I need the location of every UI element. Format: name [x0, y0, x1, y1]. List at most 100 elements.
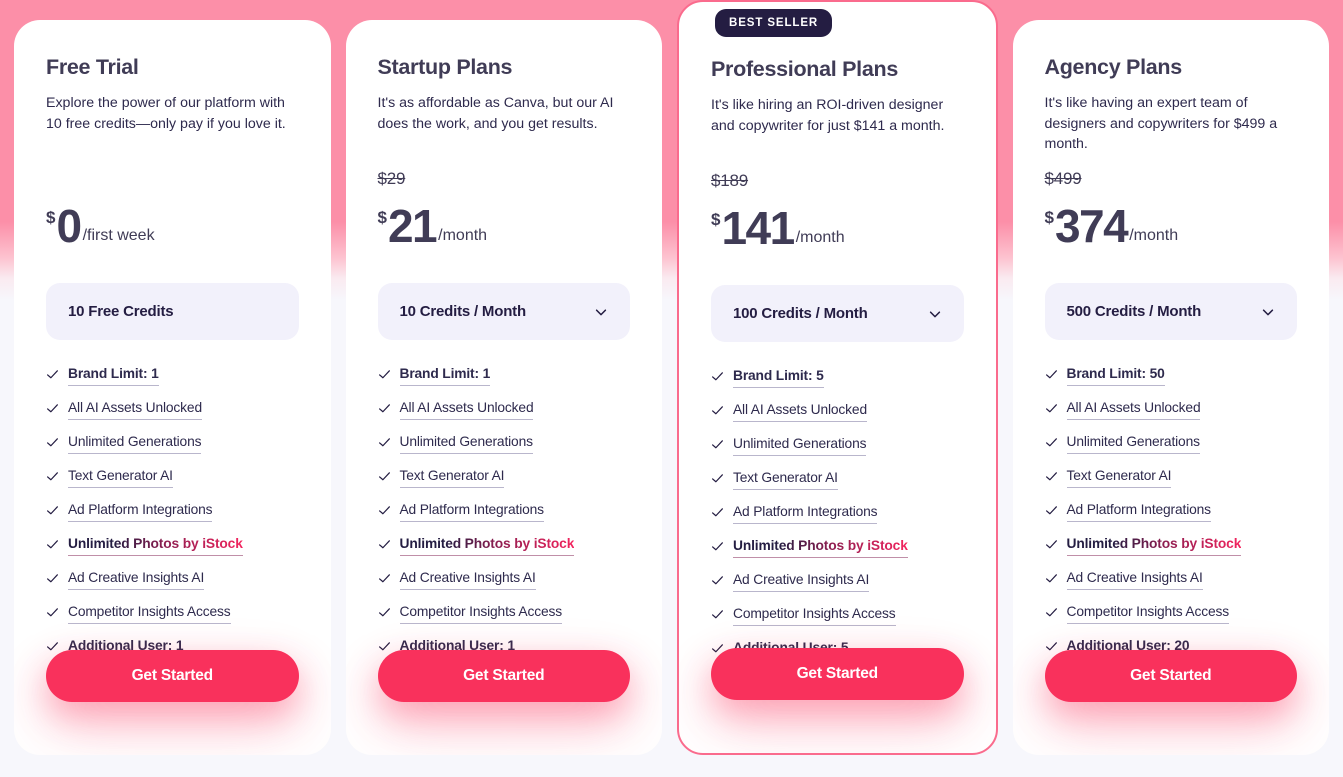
best-seller-badge: BEST SELLER — [715, 9, 833, 37]
feature-list-item: Unlimited Generations — [1045, 433, 1298, 454]
feature-label: Ad Platform Integrations — [399, 501, 544, 522]
feature-label: Unlimited Generations — [68, 433, 202, 454]
plan-card-free-trial: Free Trial Explore the power of our platf… — [14, 20, 331, 755]
feature-list-item: Competitor Insights Access — [46, 603, 299, 624]
check-icon — [47, 506, 58, 515]
plan-title: Agency Plans — [1044, 55, 1183, 79]
check-icon — [1045, 404, 1057, 413]
feature-list: Brand Limit: 5 All AI Assets Unlocked Unli… — [711, 367, 964, 660]
chevron-down-icon[interactable] — [928, 307, 942, 321]
credits-dropdown[interactable]: 100 Credits / Month — [711, 285, 964, 342]
currency-symbol: $ — [46, 207, 56, 227]
credits-label: 10 Free Credits — [68, 303, 174, 320]
feature-label: All AI Assets Unlocked — [1066, 399, 1201, 420]
check-icon — [378, 608, 390, 617]
feature-label: Unlimited Photos by iStock — [68, 535, 243, 556]
get-started-button[interactable]: Get Started — [711, 648, 964, 700]
check-icon — [712, 406, 723, 415]
feature-label: Unlimited Generations — [1066, 433, 1200, 454]
plan-description: It's like having an expert team of desig… — [1044, 95, 1278, 152]
feature-label: Brand Limit: 5 — [733, 367, 824, 388]
current-price: $0/first week — [46, 203, 299, 249]
check-icon — [712, 474, 723, 483]
feature-list-item: Brand Limit: 5 — [711, 367, 964, 388]
feature-list: Brand Limit: 50 All AI Assets Unlocked Unl… — [1045, 365, 1298, 658]
feature-label: Competitor Insights Access — [68, 603, 231, 624]
cta-container: Get Started — [46, 650, 299, 702]
chevron-down-icon[interactable] — [594, 305, 608, 319]
feature-list-item: Unlimited Photos by iStock — [46, 535, 299, 556]
price-period: /month — [438, 226, 488, 244]
feature-list-item: Text Generator AI — [711, 469, 964, 490]
price-block: $189 $141/month — [711, 171, 964, 263]
feature-list-item: Ad Creative Insights AI — [1045, 569, 1298, 590]
credits-dropdown[interactable]: 500 Credits / Month — [1044, 283, 1297, 340]
feature-list-item: All AI Assets Unlocked — [46, 399, 299, 420]
price-amount: 21 — [387, 200, 438, 252]
check-icon — [47, 370, 58, 379]
feature-label: All AI Assets Unlocked — [399, 399, 534, 420]
price-amount: 374 — [1054, 200, 1129, 252]
feature-list-item: Unlimited Photos by iStock — [711, 537, 964, 558]
credits-display: 10 Free Credits — [46, 283, 299, 340]
feature-label: All AI Assets Unlocked — [733, 401, 867, 422]
feature-label: Brand Limit: 1 — [68, 365, 159, 386]
get-started-button[interactable]: Get Started — [1044, 650, 1297, 702]
feature-list-item: Ad Platform Integrations — [1045, 501, 1298, 522]
chevron-down-icon[interactable] — [1261, 305, 1275, 319]
feature-list-item: Competitor Insights Access — [1045, 603, 1298, 624]
original-price: $189 — [711, 171, 749, 190]
feature-list-item: Ad Platform Integrations — [378, 501, 631, 522]
plan-card-agency-plans: Agency Plans It's like having an expert t… — [1012, 20, 1329, 755]
feature-label: Text Generator AI — [399, 467, 504, 488]
price-block: $0/first week — [46, 169, 299, 261]
plan-card-startup-plans: Startup Plans It's as affordable as Canva… — [345, 20, 662, 755]
feature-label: Competitor Insights Access — [399, 603, 562, 624]
feature-label: Text Generator AI — [68, 467, 173, 488]
price-period: /month — [795, 228, 845, 246]
feature-list-item: Ad Platform Integrations — [711, 503, 964, 524]
feature-label: Unlimited Generations — [733, 435, 867, 456]
check-icon — [1045, 370, 1057, 379]
feature-list-item: Text Generator AI — [378, 467, 631, 488]
feature-label: Ad Platform Integrations — [733, 503, 878, 524]
check-icon — [47, 438, 58, 447]
feature-label: Brand Limit: 50 — [1066, 365, 1165, 386]
feature-label: Competitor Insights Access — [1066, 603, 1229, 624]
price-amount: 141 — [721, 202, 795, 254]
plan-description: It's like hiring an ROI-driven designer … — [711, 97, 945, 134]
feature-list-item: Unlimited Generations — [46, 433, 299, 454]
get-started-button[interactable]: Get Started — [46, 650, 299, 702]
plan-title: Startup Plans — [377, 55, 513, 79]
feature-label: Unlimited Photos by iStock — [1066, 535, 1241, 556]
feature-label: Unlimited Photos by iStock — [733, 537, 908, 558]
credits-label: 500 Credits / Month — [1066, 303, 1202, 320]
check-icon — [1045, 438, 1057, 447]
feature-list-item: Ad Creative Insights AI — [711, 571, 964, 592]
check-icon — [378, 404, 390, 413]
plan-description: It's as affordable as Canva, but our AI … — [377, 95, 614, 132]
feature-list-item: Unlimited Photos by iStock — [378, 535, 631, 556]
check-icon — [712, 508, 723, 517]
currency-symbol: $ — [377, 207, 387, 227]
price-block: $499 $374/month — [1045, 169, 1298, 261]
price-block: $29 $21/month — [378, 169, 631, 261]
check-icon — [712, 372, 723, 381]
feature-list-item: All AI Assets Unlocked — [711, 401, 964, 422]
feature-label: Unlimited Generations — [399, 433, 533, 454]
feature-label: Ad Creative Insights AI — [399, 569, 536, 590]
check-icon — [1045, 540, 1057, 549]
feature-label: Ad Platform Integrations — [1066, 501, 1211, 522]
get-started-button[interactable]: Get Started — [377, 650, 630, 702]
cta-container: Get Started — [711, 648, 964, 700]
feature-list: Brand Limit: 1 All AI Assets Unlocked Unli… — [378, 365, 631, 658]
feature-list-item: Text Generator AI — [46, 467, 299, 488]
check-icon — [378, 438, 390, 447]
check-icon — [47, 574, 58, 583]
credits-dropdown[interactable]: 10 Credits / Month — [377, 283, 630, 340]
feature-label: Ad Creative Insights AI — [733, 571, 869, 592]
feature-list-item: Ad Platform Integrations — [46, 501, 299, 522]
credits-label: 10 Credits / Month — [399, 303, 527, 320]
check-icon — [378, 506, 390, 515]
check-icon — [47, 540, 58, 549]
